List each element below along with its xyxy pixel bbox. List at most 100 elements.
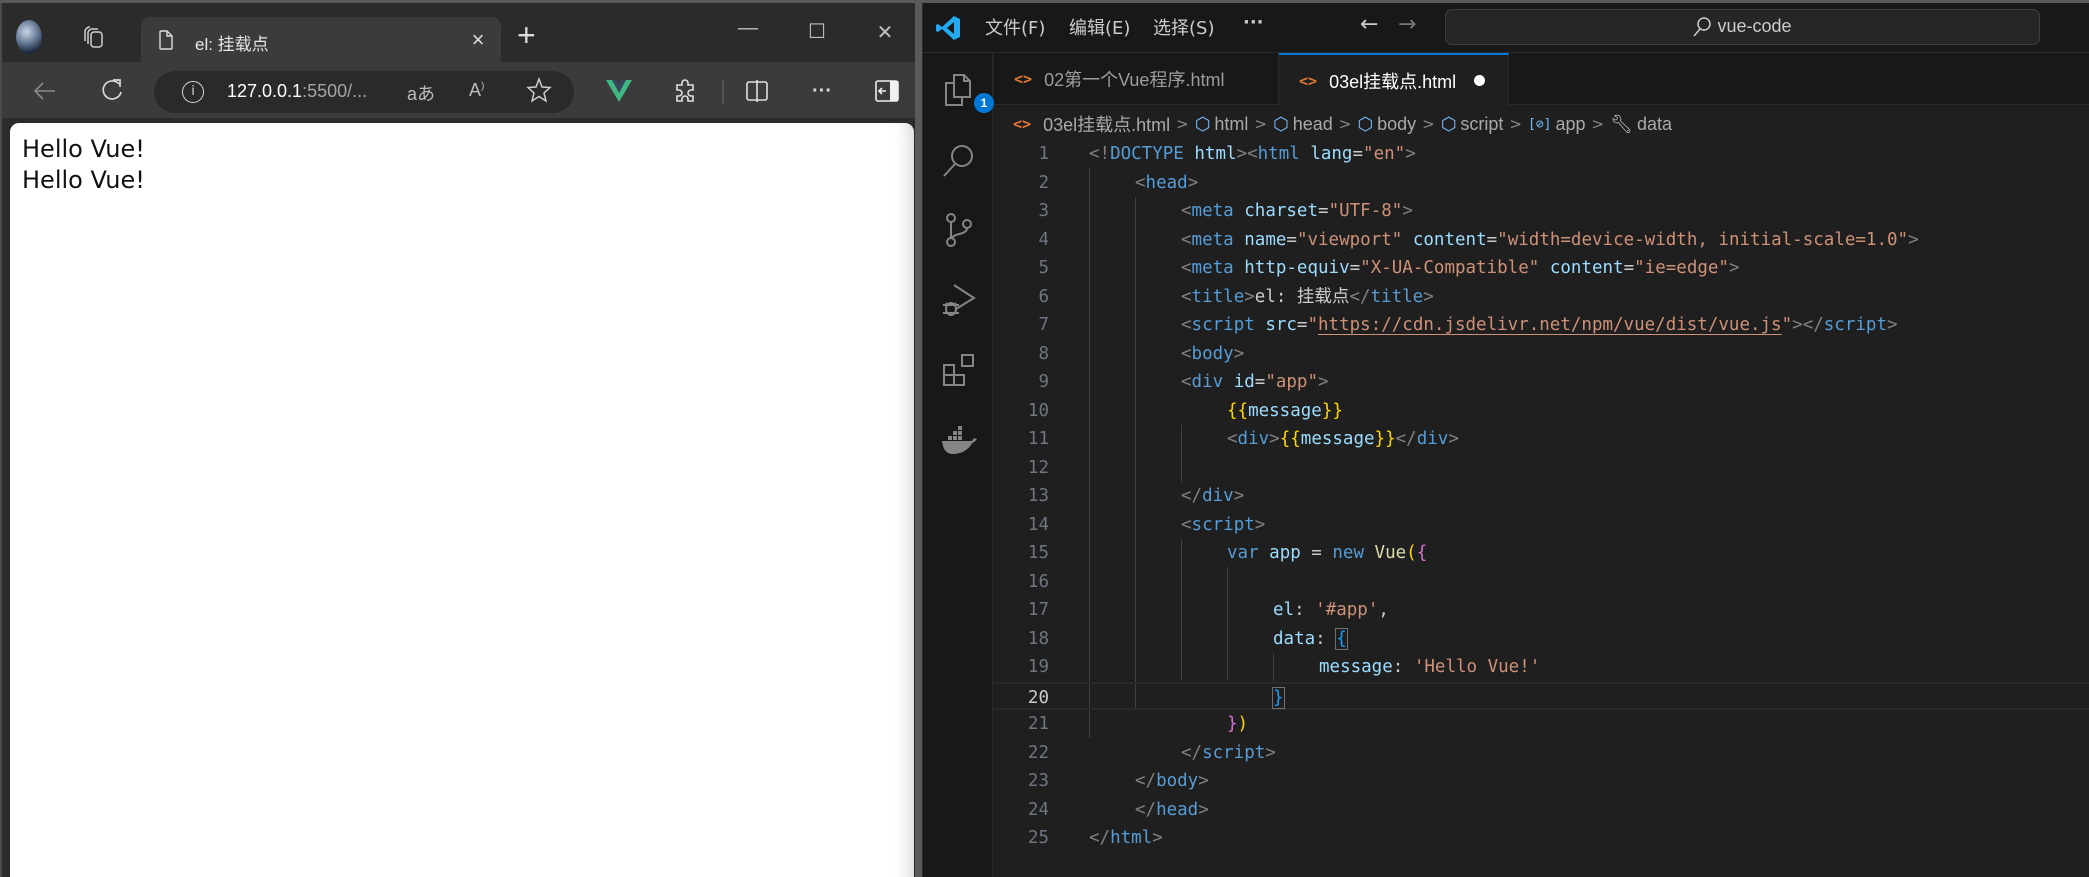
code-token: < [1181,258,1192,278]
code-line[interactable]: 22 </script> [994,739,2089,768]
code-editor[interactable]: 1 <!DOCTYPE html><html lang="en"> 2 <head> 3… [994,140,2089,877]
code-line[interactable]: 24 </head> [994,796,2089,825]
address-bar[interactable]: i 127.0.0.1:5500/... aあ A) [154,71,574,113]
code-line[interactable]: 7 <script src="https://cdn.jsdelivr.net/n… [994,311,2089,340]
code-token: src [1265,315,1297,335]
code-token: > [1244,286,1255,307]
nav-back-icon[interactable]: ← [1360,12,1378,37]
code-line[interactable]: 6 <title>el: 挂载点</title> [994,283,2089,312]
vscode-titlebar: 文件(F) 编辑(E) 选择(S) ··· ← → vue-code [923,3,2089,53]
code-line[interactable]: 9 <div id="app"> [994,368,2089,397]
source-control-icon[interactable] [940,211,978,249]
vscode-window: 文件(F) 编辑(E) 选择(S) ··· ← → vue-code 1 <> … [922,3,2089,877]
code-token: > [1198,799,1209,820]
code-line[interactable]: 5 <meta http-equiv="X-UA-Compatible" cont… [994,254,2089,283]
code-token: <! [1089,144,1111,164]
code-line[interactable]: 14 <script> [994,511,2089,540]
code-line[interactable]: 12 [994,454,2089,483]
sidebar-icon[interactable] [872,76,902,106]
code-token: " [1781,315,1793,335]
breadcrumb-label: script [1460,113,1504,134]
url-text[interactable]: 127.0.0.1:5500/... [227,81,367,102]
close-tab-icon[interactable]: × [467,27,489,53]
breadcrumb-data[interactable]: 🔧︎ data [1610,114,1672,135]
extensions-icon[interactable] [940,351,978,389]
code-token: > [1423,286,1434,307]
split-screen-icon[interactable] [742,76,772,106]
code-text: </body> [1135,767,1209,796]
breadcrumb-html[interactable]: ⬡ html [1195,114,1249,135]
code-line[interactable]: 15 var app = new Vue({ [994,539,2089,568]
profile-avatar[interactable] [16,20,42,54]
breadcrumb-head[interactable]: ⬡ head [1273,114,1333,135]
code-text: <script src="https://cdn.jsdelivr.net/np… [1181,311,1898,340]
breadcrumb-body[interactable]: ⬡ body [1357,114,1416,135]
favorite-star-icon[interactable] [526,76,552,108]
code-line[interactable]: 17 el: '#app', [994,596,2089,625]
chevron-right-icon: > [1338,115,1352,133]
search-icon[interactable] [940,141,978,179]
maximize-button[interactable]: ☐ [802,19,832,44]
code-line[interactable]: 25 </html> [994,824,2089,853]
code-token: </ [1135,799,1157,820]
code-line[interactable]: 2 <head> [994,169,2089,198]
read-aloud-icon[interactable]: A) [469,80,484,101]
menu-file[interactable]: 文件(F) [985,14,1045,40]
code-token: < [1181,286,1192,307]
tab-actions-icon[interactable] [82,26,108,50]
code-token: DOCTYPE [1110,144,1184,164]
unsaved-dot-icon[interactable] [1474,75,1486,86]
translate-icon[interactable]: aあ [407,80,435,106]
breadcrumb-app[interactable]: [⊘] app [1528,114,1586,135]
code-token: > [1886,315,1898,335]
browser-titlebar: el: 挂载点 × + — ☐ ✕ [2,3,915,65]
info-icon[interactable]: i [182,81,204,103]
nav-forward-icon[interactable]: → [1398,12,1416,37]
tab-02-first-vue[interactable]: <> 02第一个Vue程序.html [994,53,1279,105]
code-line[interactable]: 10 {{message}} [994,397,2089,426]
more-icon[interactable]: ··· [807,76,837,106]
browser-tab[interactable]: el: 挂载点 × [141,17,501,65]
refresh-icon[interactable] [97,76,127,106]
code-line[interactable]: 13 </div> [994,482,2089,511]
code-line[interactable]: 8 <body> [994,340,2089,369]
line-number: 25 [1027,828,1049,848]
run-debug-icon[interactable] [940,281,978,319]
code-text: } [1272,684,1285,713]
code-line[interactable]: 1 <!DOCTYPE html><html lang="en"> [994,140,2089,169]
code-token: script [1191,315,1255,335]
code-token: meta [1191,201,1234,221]
code-token: "en" [1363,144,1406,164]
vue-devtools-icon[interactable] [604,76,634,106]
code-token: < [1181,229,1192,250]
back-icon[interactable] [30,76,60,106]
command-center-search[interactable]: vue-code [1445,9,2040,45]
code-line[interactable]: 19 message: 'Hello Vue!' [994,653,2089,682]
code-line[interactable]: 23 </body> [994,767,2089,796]
new-tab-button[interactable]: + [517,19,536,51]
code-line[interactable]: 11 <div>{{message}}</div> [994,425,2089,454]
element-cube-icon: ⬡ [1194,113,1211,134]
menu-selection[interactable]: 选择(S) [1153,14,1214,40]
code-line[interactable]: 18 data: { [994,625,2089,654]
code-token: script [1202,742,1266,763]
code-line[interactable]: 3 <meta charset="UTF-8"> [994,197,2089,226]
code-line[interactable]: 4 <meta name="viewport" content="width=de… [994,226,2089,255]
menu-edit[interactable]: 编辑(E) [1069,14,1130,40]
breadcrumb-script[interactable]: ⬡ script [1441,114,1504,135]
extensions-icon[interactable] [670,76,700,106]
tab-03-el-mount[interactable]: <> 03el挂载点.html [1279,53,1509,106]
minimize-button[interactable]: — [733,17,763,40]
code-token: message [1248,400,1322,421]
close-window-button[interactable]: ✕ [870,20,900,45]
code-token: } [1227,714,1238,734]
menu-more[interactable]: ··· [1243,12,1264,33]
breadcrumb-file[interactable]: <> 03el挂载点.html [1013,111,1170,137]
code-line[interactable]: 21}) [994,710,2089,739]
code-token: html [1110,828,1153,848]
docker-icon[interactable] [940,421,978,459]
code-token: </ [1181,742,1203,763]
explorer-icon[interactable]: 1 [940,71,994,113]
code-line[interactable]: 16 [994,568,2089,597]
code-line[interactable]: 20} [994,681,2089,713]
